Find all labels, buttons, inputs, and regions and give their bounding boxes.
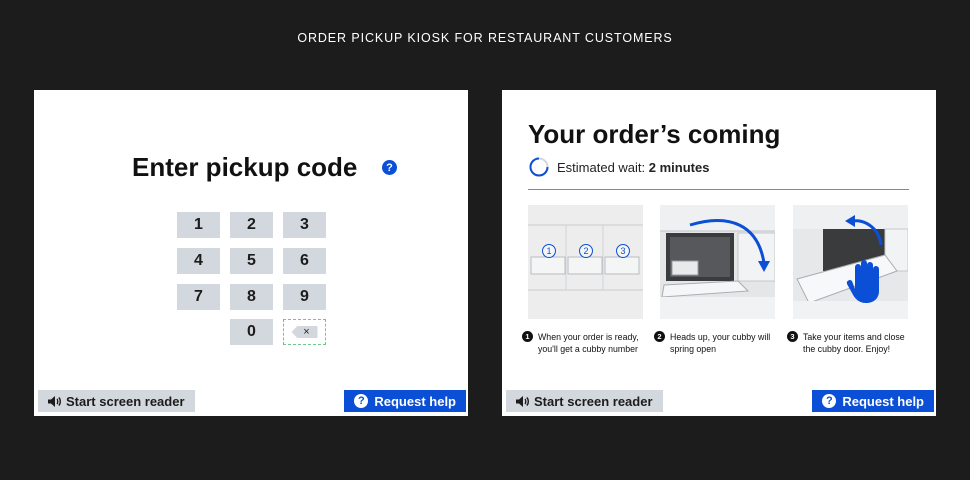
keypad-key-6[interactable]: 6: [283, 248, 326, 274]
keypad-key-3[interactable]: 3: [283, 212, 326, 238]
cubby-number-badge: 3: [616, 244, 630, 258]
cubby-close-door-illustration: [793, 205, 908, 319]
keypad-key-7[interactable]: 7: [177, 284, 220, 310]
request-help-button[interactable]: ? Request help: [344, 390, 466, 412]
keypad-key-0[interactable]: 0: [230, 319, 273, 345]
wait-value: 2 minutes: [648, 160, 710, 175]
step-1: 1 When your order is ready, you'll get a…: [522, 331, 646, 355]
step-3: 3 Take your items and close the cubby do…: [787, 331, 911, 355]
speaker-icon: [48, 395, 61, 407]
step-number: 2: [654, 331, 665, 342]
speaker-icon: [516, 395, 529, 407]
estimated-wait: Estimated wait: 2 minutes: [557, 160, 709, 175]
start-screen-reader-button[interactable]: Start screen reader: [506, 390, 663, 412]
order-coming-screen: Your order’s coming Estimated wait: 2 mi…: [502, 90, 936, 416]
cubby-number-badge: 2: [579, 244, 593, 258]
backspace-key[interactable]: ×: [283, 319, 326, 345]
loading-spinner-icon: [529, 157, 549, 177]
cubby-spring-open-illustration: [660, 205, 775, 319]
start-screen-reader-button[interactable]: Start screen reader: [38, 390, 195, 412]
page-title: ORDER PICKUP KIOSK FOR RESTAURANT CUSTOM…: [297, 31, 673, 45]
step-2: 2 Heads up, your cubby will spring open: [654, 331, 778, 355]
wait-label: Estimated wait:: [557, 160, 646, 175]
step-text: Take your items and close the cubby door…: [803, 332, 905, 354]
start-screen-reader-label: Start screen reader: [534, 393, 653, 409]
question-circle-icon: ?: [354, 394, 369, 408]
question-circle-icon: ?: [822, 394, 837, 408]
request-help-label: Request help: [374, 393, 456, 409]
keypad-key-1[interactable]: 1: [177, 212, 220, 238]
divider: [528, 189, 909, 190]
keypad-key-5[interactable]: 5: [230, 248, 273, 274]
step-number: 1: [522, 331, 533, 342]
backspace-icon: ×: [291, 326, 318, 338]
cubby-numbers-illustration: [528, 205, 643, 319]
keypad-key-8[interactable]: 8: [230, 284, 273, 310]
keypad-key-9[interactable]: 9: [283, 284, 326, 310]
order-coming-title: Your order’s coming: [528, 119, 781, 149]
start-screen-reader-label: Start screen reader: [66, 393, 185, 409]
request-help-label: Request help: [842, 393, 924, 409]
step-text: Heads up, your cubby will spring open: [670, 332, 771, 354]
enter-code-screen: Enter pickup code ? 1 2 3 4 5 6 7 8 9 0 …: [34, 90, 468, 416]
enter-code-title: Enter pickup code: [132, 152, 358, 182]
keypad-key-2[interactable]: 2: [230, 212, 273, 238]
question-circle-icon[interactable]: ?: [382, 160, 397, 175]
cubby-number-badge: 1: [542, 244, 556, 258]
step-text: When your order is ready, you'll get a c…: [538, 332, 639, 354]
step-number: 3: [787, 331, 798, 342]
request-help-button[interactable]: ? Request help: [812, 390, 934, 412]
keypad-key-4[interactable]: 4: [177, 248, 220, 274]
